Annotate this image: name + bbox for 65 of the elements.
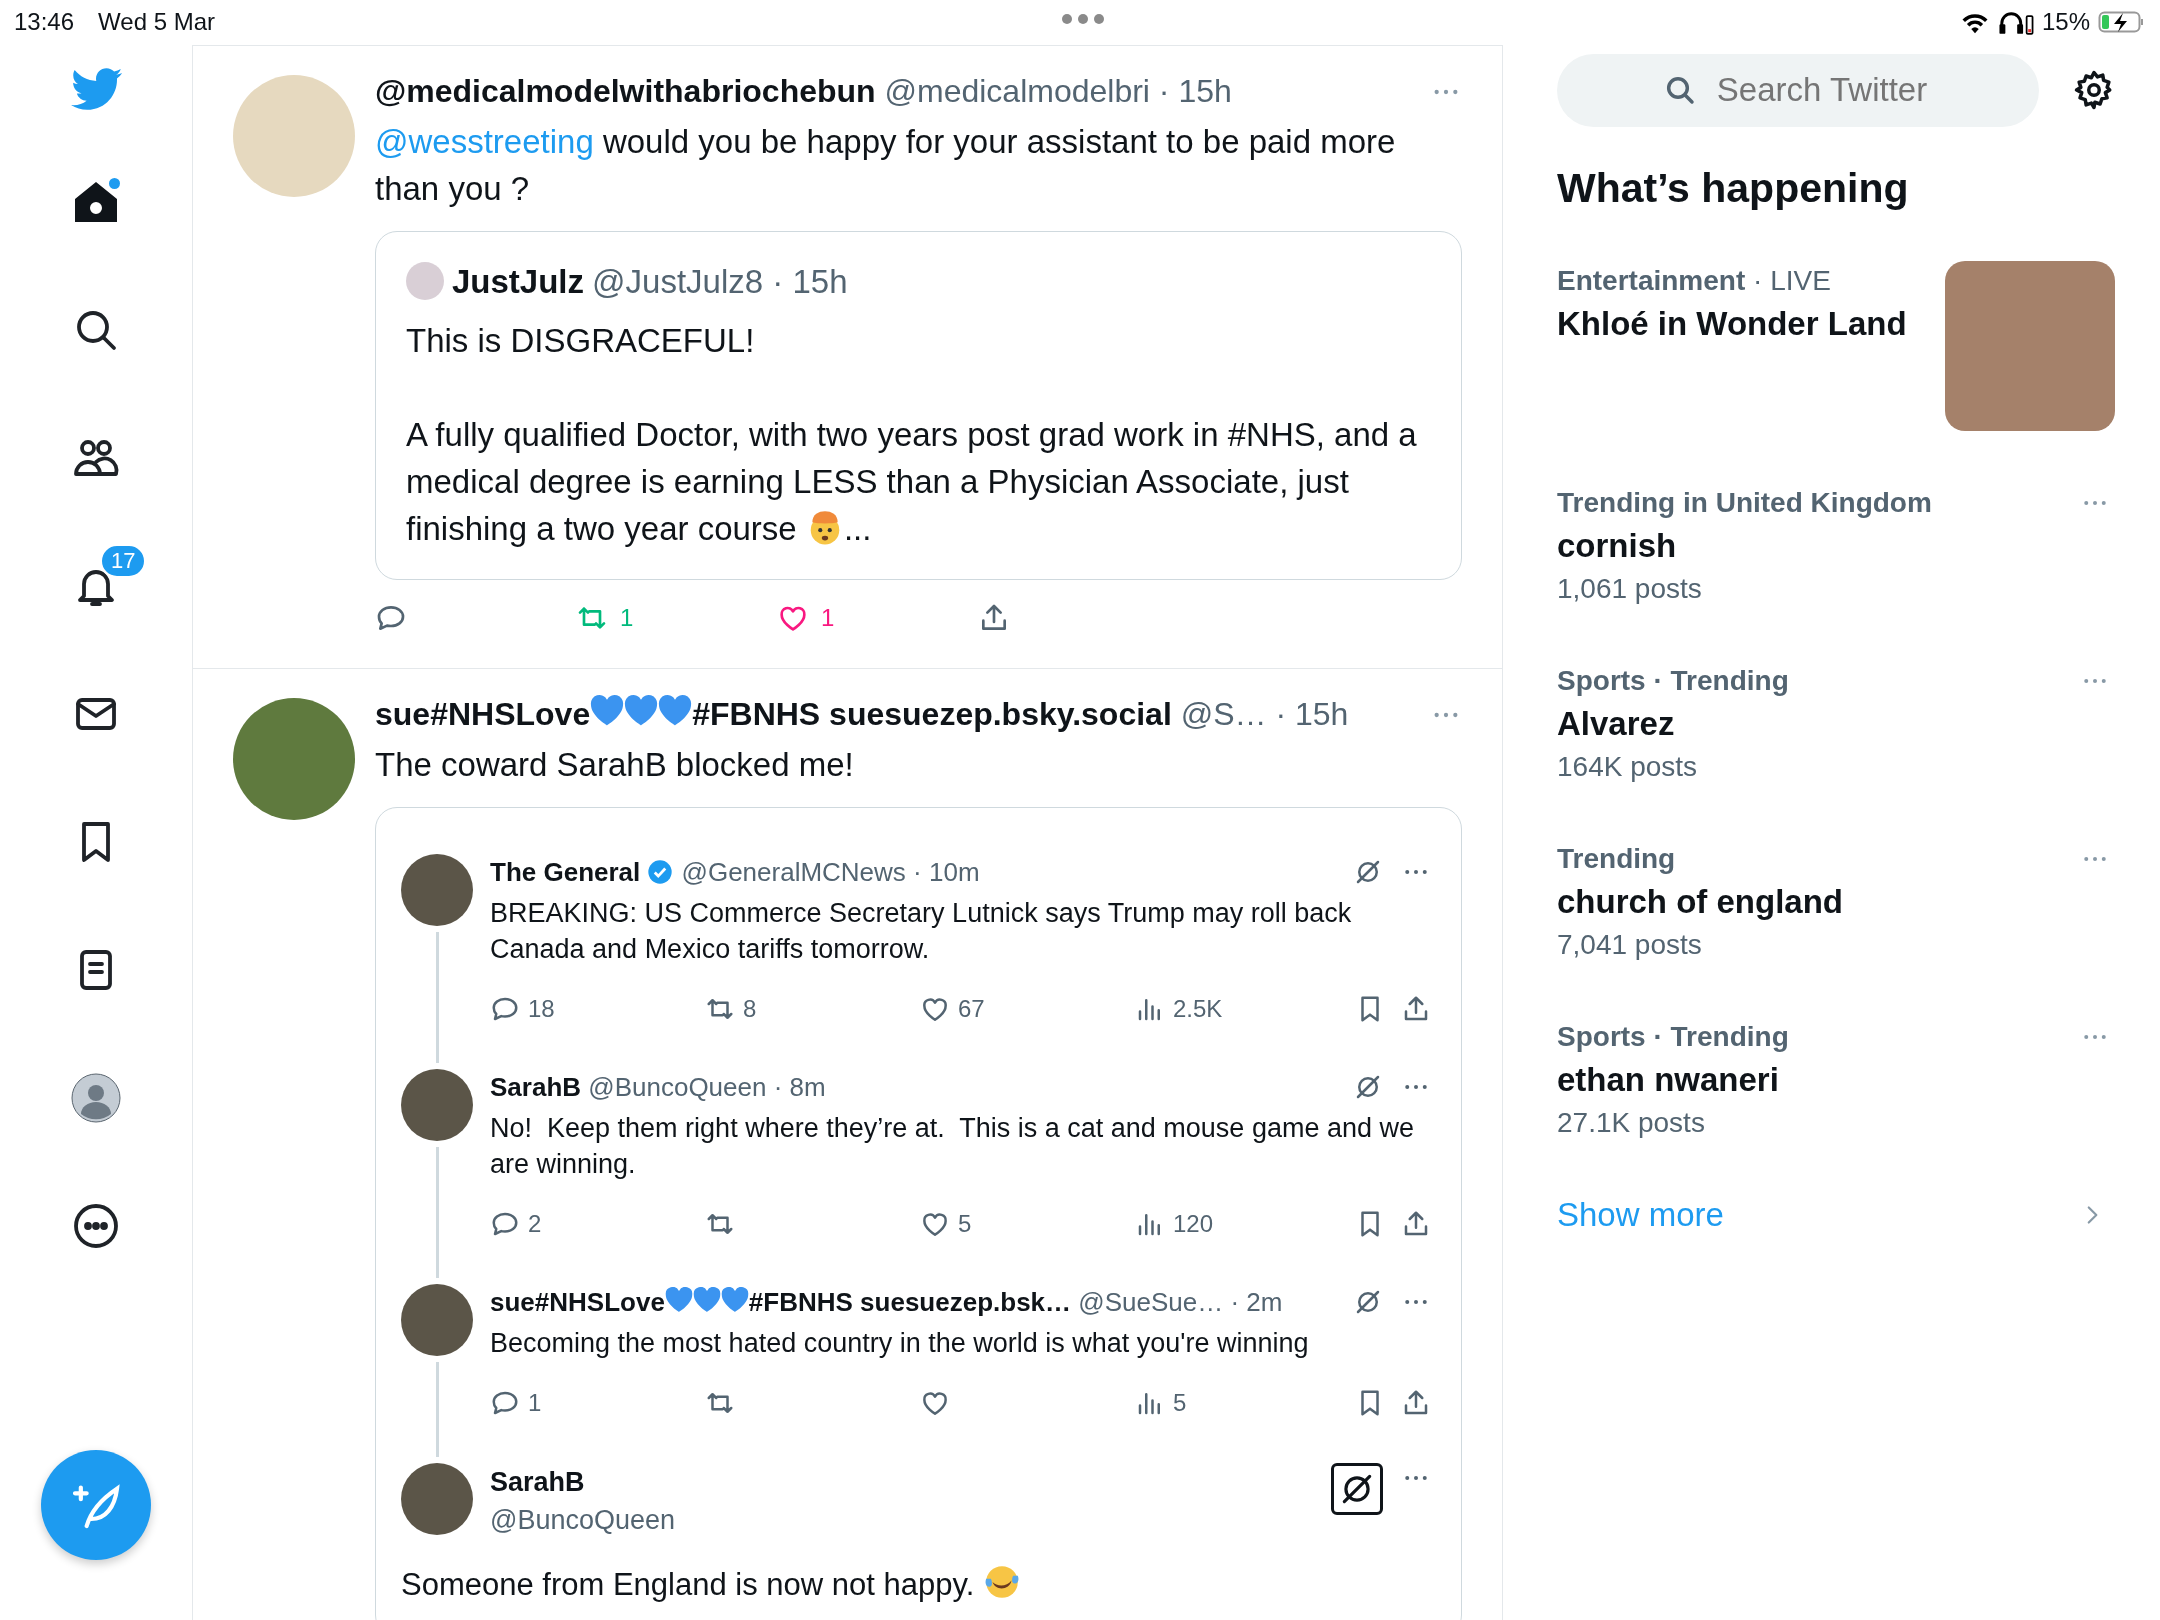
author-name[interactable]: SarahB — [490, 1071, 582, 1102]
battery-percentage: 15% — [2041, 7, 2090, 38]
count-label: 1 — [821, 602, 835, 633]
author-name[interactable]: sue#NHSLove #FBNHS suesuezep.bsky.social — [375, 695, 1172, 732]
search-field[interactable]: Search Twitter — [1557, 53, 2039, 127]
post-count: 164K posts — [1557, 749, 1699, 784]
tweet-text: A fully qualified Doctor, with two years post grad work in #NHS, and a medical degree is earning LESS than a Physician Associate, just finishing a two year course ... — [406, 414, 1418, 549]
trend-category: Sports · Trending — [1557, 1019, 1790, 1054]
heart-icon — [720, 1286, 749, 1315]
trend-category: Trending in United Kingdom — [1557, 485, 1933, 520]
trend-title[interactable]: church of england — [1557, 878, 2080, 925]
multitask-handle-icon[interactable] — [1060, 12, 1106, 26]
tweet-text: @wesstreeting would you be happy for your assistant to be paid more than you ? — [375, 121, 1397, 209]
count-label: 120 — [1173, 1208, 1214, 1239]
trend-title[interactable]: cornish — [1557, 522, 2080, 569]
tweet-text: This is DISGRACEFUL! — [406, 320, 756, 361]
handle-and-time: @BuncoQueen · 8m — [588, 1071, 826, 1102]
count-label: 18 — [528, 993, 555, 1024]
trend-category: Trending — [1557, 841, 1677, 876]
handle-and-time: @medicalmodelbri · 15h — [884, 72, 1232, 109]
heart-icon — [664, 1286, 693, 1315]
author-name: JustJulz — [452, 261, 585, 302]
avatar — [406, 262, 444, 301]
headphones-icon — [1997, 9, 2034, 36]
post-count: 27.1K posts — [1557, 1105, 1706, 1140]
tweet-text: Someone from England is now not happy. — [401, 1562, 1431, 1606]
count-label: 67 — [958, 993, 985, 1024]
handle-and-time: @S… · 15h — [1180, 695, 1349, 732]
tweet-text: No! Keep them right where they’re at. This is a cat and mouse game and we are winning. — [490, 1111, 1415, 1181]
more-options-icon[interactable] — [72, 1201, 120, 1250]
tweet-text: Becoming the most hated country in the world is what you're winning — [490, 1326, 1310, 1360]
compose-button[interactable] — [41, 1450, 151, 1560]
trend-title[interactable]: ethan nwaneri — [1557, 1056, 2080, 1103]
heart-icon — [692, 1286, 721, 1315]
verified-badge-icon — [646, 857, 675, 886]
post-count: 7,041 posts — [1557, 927, 1703, 962]
count-label: 1 — [620, 602, 634, 633]
count-label: 2 — [528, 1208, 542, 1239]
battery-charging-icon — [2098, 10, 2146, 35]
post-count: 1,061 posts — [1557, 571, 1703, 606]
trend-category: Entertainment · LIVE — [1557, 263, 1832, 298]
count-label: 5 — [958, 1208, 972, 1239]
trend-category: Sports · Trending — [1557, 663, 1790, 698]
section-heading: What’s happening — [1557, 163, 1910, 213]
tweet-text: BREAKING: US Commerce Secretary Lutnick says Trump may roll back Canada and Mexico tariffs tomorrow. — [490, 896, 1353, 966]
status-time: 13:46 — [14, 7, 75, 38]
tweet-text: The coward SarahB blocked me! — [375, 744, 855, 785]
trend-title[interactable]: Alvarez — [1557, 700, 2080, 747]
count-label: 1 — [528, 1387, 542, 1418]
count-label: 8 — [743, 993, 757, 1024]
author-name[interactable]: The General — [490, 856, 675, 887]
notification-badge: 17 — [100, 543, 147, 579]
trend-title[interactable]: Khloé in Wonder Land — [1557, 300, 1945, 347]
author-name[interactable]: @medicalmodelwithabriochebun — [375, 72, 876, 109]
handle-and-time: @SueSue… · 2m — [1078, 1286, 1283, 1317]
author-name[interactable]: sue#NHSLove #FBNHS suesuezep.bsk… — [490, 1286, 1072, 1317]
handle: @BuncoQueen — [490, 1503, 677, 1537]
handle-and-time: @JustJulz8 · 15h — [592, 261, 848, 302]
profile-avatar-icon[interactable] — [71, 1072, 121, 1123]
count-label: 5 — [1173, 1387, 1187, 1418]
quoted-tweet-card[interactable] — [375, 230, 1462, 580]
handle-and-time: @GeneralMCNews · 10m — [681, 856, 980, 887]
status-date: Wed 5 Mar — [98, 7, 215, 38]
count-label: 2.5K — [1173, 993, 1223, 1024]
author-name[interactable]: SarahB — [490, 1466, 585, 1497]
